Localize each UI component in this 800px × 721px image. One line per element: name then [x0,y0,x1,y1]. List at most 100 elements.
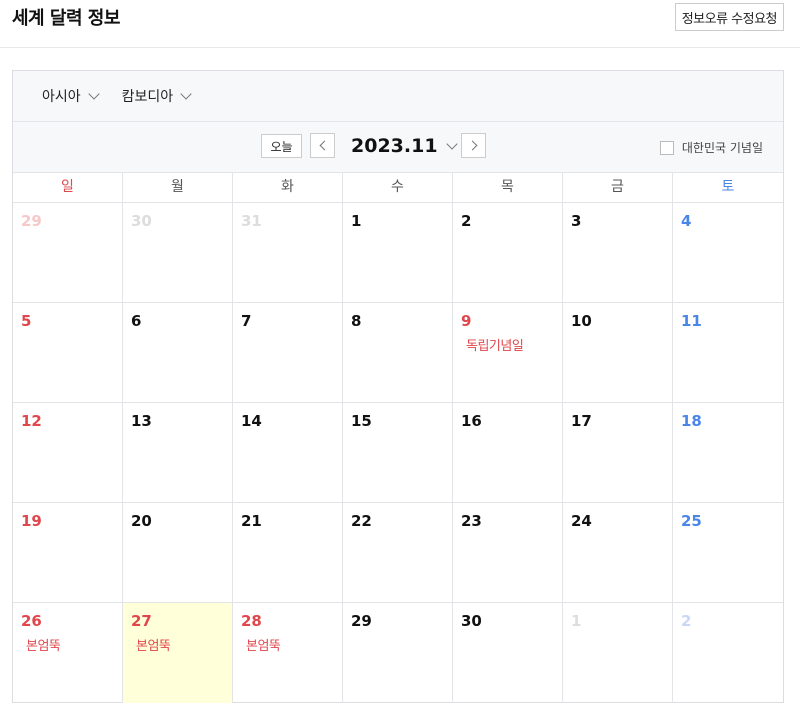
day-cell[interactable]: 19 [13,503,123,603]
day-number: 6 [131,312,142,330]
day-cell[interactable]: 26 본엄뚝 [13,603,123,703]
report-error-button[interactable]: 정보오류 수정요청 [674,3,784,31]
day-cell[interactable]: 13 [123,403,233,503]
day-number: 14 [241,412,262,430]
day-cell[interactable]: 28 본엄뚝 [233,603,343,703]
top-divider [0,47,800,48]
today-button[interactable]: 오늘 [261,134,302,158]
day-cell[interactable]: 8 [343,303,453,403]
weekday-header: 일 월 화 수 목 금 토 [13,173,783,203]
day-number: 9 [461,312,472,330]
day-cell[interactable]: 17 [563,403,673,503]
weekday-wed: 수 [343,173,453,202]
day-cell[interactable]: 4 [673,203,783,303]
next-month-button[interactable] [461,133,486,158]
day-number: 20 [131,512,152,530]
day-cell[interactable]: 15 [343,403,453,503]
weekday-mon: 월 [123,173,233,202]
day-cell[interactable]: 29 [13,203,123,303]
day-number: 27 [131,612,152,630]
day-number: 19 [21,512,42,530]
day-number: 4 [681,212,692,230]
day-cell[interactable]: 23 [453,503,563,603]
day-number: 15 [351,412,372,430]
day-number: 31 [241,212,262,230]
day-cell[interactable]: 6 [123,303,233,403]
region-bar: 아시아 캄보디아 [13,71,783,122]
day-cell[interactable]: 30 [123,203,233,303]
day-cell[interactable]: 16 [453,403,563,503]
chevron-left-icon [319,140,329,151]
day-number: 12 [21,412,42,430]
page-title: 세계 달력 정보 [12,8,120,29]
day-cell[interactable]: 20 [123,503,233,603]
day-cell[interactable]: 10 [563,303,673,403]
day-cell[interactable]: 21 [233,503,343,603]
day-cell[interactable]: 14 [233,403,343,503]
month-nav-bar: 오늘 2023.11 대한민국 기념일 [13,122,783,173]
day-number: 1 [571,612,582,630]
day-number: 26 [21,612,42,630]
day-cell[interactable]: 25 [673,503,783,603]
day-cell[interactable]: 11 [673,303,783,403]
day-number: 24 [571,512,592,530]
day-cell[interactable]: 5 [13,303,123,403]
day-cell[interactable]: 2 [673,603,783,703]
day-cell[interactable]: 31 [233,203,343,303]
country-select[interactable]: 캄보디아 [121,86,192,106]
day-number: 29 [351,612,372,630]
day-number: 23 [461,512,482,530]
day-number: 18 [681,412,702,430]
day-number: 3 [571,212,582,230]
month-select[interactable]: 2023.11 [351,135,458,157]
chevron-down-icon [180,88,192,100]
korea-holiday-checkbox[interactable] [659,140,674,155]
weekday-thu: 목 [453,173,563,202]
korea-holiday-toggle[interactable]: 대한민국 기념일 [659,139,763,156]
weekday-tue: 화 [233,173,343,202]
day-number: 8 [351,312,362,330]
day-cell[interactable]: 22 [343,503,453,603]
day-cell[interactable]: 29 [343,603,453,703]
day-cell[interactable]: 1 [343,203,453,303]
chevron-right-icon [467,140,477,151]
day-number: 17 [571,412,592,430]
day-cell[interactable]: 30 [453,603,563,703]
day-number: 25 [681,512,702,530]
continent-select[interactable]: 아시아 [42,86,100,106]
day-number: 22 [351,512,372,530]
month-label: 2023.11 [351,135,438,157]
holiday-label: 본엄뚝 [26,639,61,654]
day-number: 2 [681,612,692,630]
day-cell[interactable]: 2 [453,203,563,303]
prev-month-button[interactable] [310,133,335,158]
day-cell[interactable]: 1 [563,603,673,703]
day-cell[interactable]: 7 [233,303,343,403]
calendar: 아시아 캄보디아 오늘 2023.11 대한민국 기념일 일 월 화 수 목 금 [12,70,784,703]
day-number: 5 [21,312,32,330]
day-number: 16 [461,412,482,430]
weekday-sat: 토 [721,179,735,195]
day-number: 29 [21,212,42,230]
day-cell[interactable]: 18 [673,403,783,503]
day-number: 2 [461,212,472,230]
holiday-label: 독립기념일 [466,339,524,354]
chevron-down-icon [445,138,458,150]
weekday-sun: 일 [13,173,123,202]
day-number: 11 [681,312,702,330]
country-label: 캄보디아 [121,89,174,105]
day-number: 10 [571,312,592,330]
calendar-grid: 29 30 31 1 2 3 4 5 6 7 8 9 독립기념일 10 11 12 13 14 15 16 17 18 19… [13,203,783,703]
weekday-fri: 금 [563,173,673,202]
continent-label: 아시아 [42,89,81,105]
day-number: 1 [351,212,362,230]
day-cell[interactable]: 3 [563,203,673,303]
day-cell[interactable]: 12 [13,403,123,503]
day-number: 7 [241,312,252,330]
day-cell[interactable]: 24 [563,503,673,603]
day-cell[interactable]: 27 본엄뚝 [123,603,233,703]
chevron-down-icon [87,88,100,100]
korea-holiday-label: 대한민국 기념일 [681,141,763,155]
day-number: 30 [461,612,482,630]
day-cell[interactable]: 9 독립기념일 [453,303,563,403]
